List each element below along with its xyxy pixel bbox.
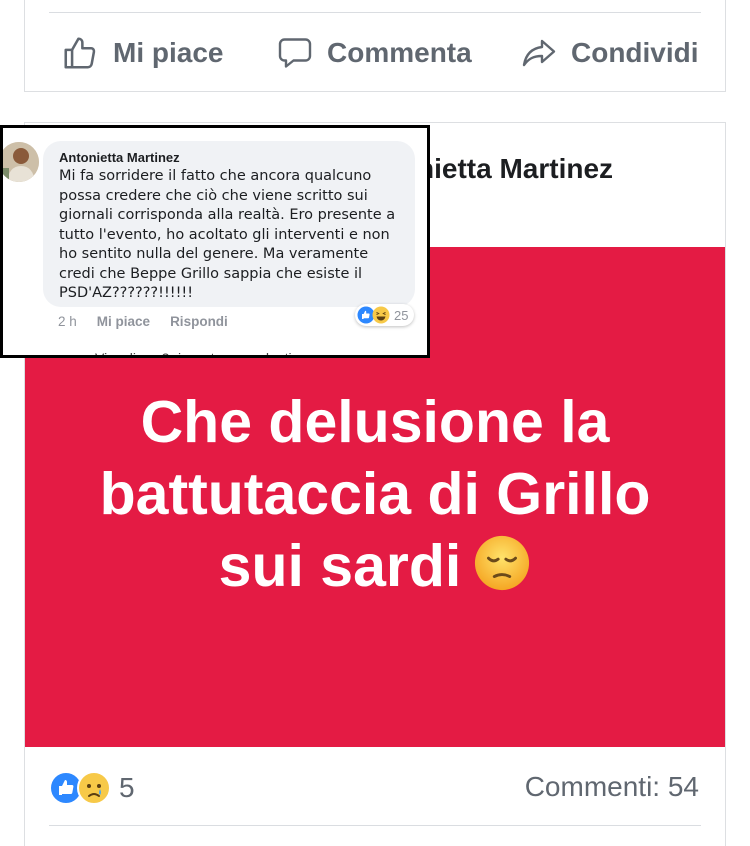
comment-label: Commenta — [327, 37, 472, 68]
banner-line: Che delusione la — [140, 389, 610, 456]
reaction-count: 5 — [119, 772, 135, 803]
banner-line: battutaccia di Grillo — [99, 461, 651, 528]
comments-count-link[interactable]: Commenti: 54 — [525, 771, 699, 803]
haha-reaction-icon — [372, 306, 390, 324]
comment-meta: 2 h Mi piace Rispondi — [58, 314, 248, 329]
comment-like-link[interactable]: Mi piace — [97, 314, 150, 329]
view-previous-replies-link[interactable]: Visualizza 2 risposte precedenti — [95, 350, 292, 355]
comment-bubble: Antonietta Martinez Mi fa sorridere il f… — [43, 141, 415, 307]
action-bar-card: Mi piace Commenta Condividi — [24, 0, 726, 92]
like-button[interactable]: Mi piace — [61, 30, 223, 76]
share-arrow-icon — [522, 39, 556, 67]
avatar[interactable] — [3, 142, 39, 182]
comment-text: Mi fa sorridere il fatto che ancora qual… — [59, 168, 396, 301]
like-label: Mi piace — [113, 37, 224, 68]
comment-author-name[interactable]: Antonietta Martinez — [59, 150, 399, 165]
pensive-face-icon — [473, 534, 531, 608]
thumbs-up-icon — [64, 37, 96, 69]
comment-time[interactable]: 2 h — [58, 314, 77, 329]
comment-overlay: Antonietta Martinez Mi fa sorridere il f… — [0, 125, 430, 358]
speech-bubble-icon — [278, 38, 312, 68]
comment-reaction-count: 25 — [394, 307, 409, 323]
banner-line-with-emoji: sui sardi — [55, 530, 695, 607]
banner-line: sui sardi — [218, 533, 462, 600]
comment-reply-link[interactable]: Rispondi — [170, 314, 228, 329]
banner-text: Che delusione la battutaccia di Grillo s… — [55, 386, 695, 607]
sad-reaction-icon — [77, 771, 111, 805]
comment-button[interactable]: Commenta — [277, 30, 472, 76]
divider — [49, 12, 701, 13]
comment-reactions-badge[interactable]: 25 — [355, 304, 415, 326]
share-button[interactable]: Condividi — [521, 30, 699, 76]
divider — [49, 825, 701, 826]
share-label: Condividi — [571, 37, 699, 68]
post-author-name[interactable]: nietta Martinez — [417, 153, 613, 185]
reactions-summary[interactable]: 5 — [49, 771, 135, 805]
